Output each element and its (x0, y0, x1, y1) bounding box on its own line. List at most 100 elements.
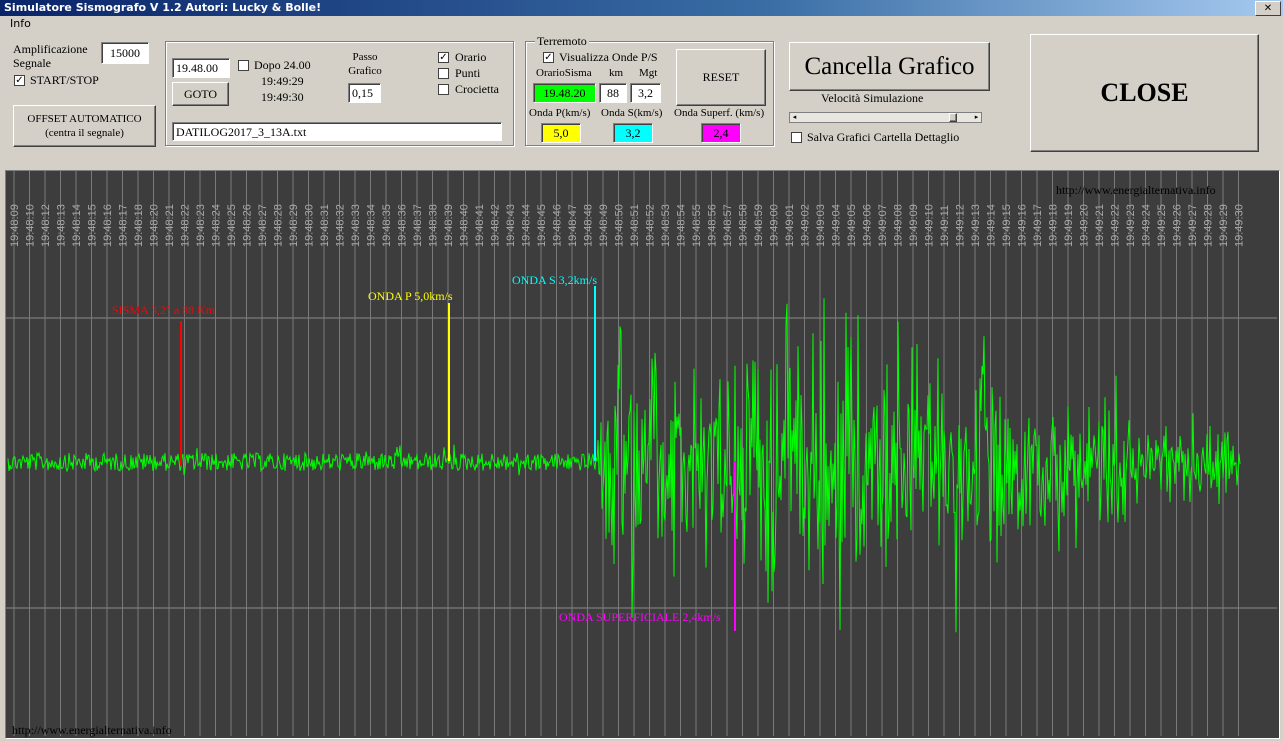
time-axis-label: 19:49:10 (924, 204, 936, 247)
time-axis-label: 19:48:39 (443, 204, 455, 247)
amplification-input[interactable]: 15000 (101, 42, 149, 64)
website-top-label: http://www.energialternativa.info (1056, 183, 1216, 197)
time-axis-label: 19:48:59 (753, 204, 765, 247)
onda-superficiale-label: Onda Superf. (km/s) (674, 107, 765, 119)
velocita-label: Velocità Simulazione (821, 91, 924, 105)
time-axis-label: 19:49:12 (955, 204, 967, 247)
time-axis-label: 19:49:05 (846, 204, 858, 247)
time-axis-label: 19:48:16 (102, 204, 114, 247)
time-axis-label: 19:48:22 (180, 204, 192, 247)
menu-bar: Info (0, 16, 1283, 32)
time-axis-label: 19:49:20 (1079, 204, 1091, 247)
time-axis-label: 19:48:33 (350, 204, 362, 247)
time-axis-label: 19:48:49 (598, 204, 610, 247)
passo-input[interactable]: 0,15 (348, 83, 381, 103)
amplification-label-line2: Segnale (13, 56, 51, 70)
time-end-readout: 19:49:30 (261, 90, 304, 104)
datalog-file-input[interactable]: DATILOG2017_3_13A.txt (172, 122, 502, 141)
offset-auto-sublabel: (centra il segnale) (45, 127, 124, 139)
velocita-slider[interactable]: ◂ ▸ (789, 112, 982, 123)
time-axis-label: 19:48:38 (428, 204, 440, 247)
time-axis-label: 19:49:04 (831, 204, 843, 247)
time-axis-label: 19:48:14 (71, 204, 83, 247)
orario-checkbox[interactable]: ✓ (438, 52, 449, 63)
time-axis-label: 19:48:50 (614, 204, 626, 247)
website-bottom-label: http://www.energialternativa.info (12, 723, 172, 737)
time-axis-label: 19:48:58 (738, 204, 750, 247)
time-axis-label: 19:48:28 (273, 204, 285, 247)
time-axis-label: 19:48:37 (412, 204, 424, 247)
time-axis-label: 19:49:23 (1125, 204, 1137, 247)
cancella-grafico-button[interactable]: Cancella Grafico (789, 42, 990, 91)
orario-sisma-field[interactable]: 19.48.20 (533, 83, 596, 103)
time-axis-label: 19:49:01 (784, 204, 796, 247)
menu-info[interactable]: Info (10, 16, 31, 32)
time-axis-label: 19:49:08 (893, 204, 905, 247)
time-axis-label: 19:49:06 (862, 204, 874, 247)
time-axis-label: 19:49:13 (970, 204, 982, 247)
start-stop-checkbox[interactable]: ✓ (14, 75, 25, 86)
km-field[interactable]: 88 (599, 83, 627, 103)
visualizza-onde-label: Visualizza Onde P/S (559, 50, 658, 64)
time-axis-label: 19:48:52 (645, 204, 657, 247)
reset-button[interactable]: RESET (676, 49, 766, 106)
time-axis-label: 19:48:27 (257, 204, 269, 247)
time-axis-label: 19:48:35 (381, 204, 393, 247)
seismograph-canvas: 19:48:09 19:48:10 19:48:12 19:48:13 19:48:14… (6, 171, 1277, 736)
onda-p-field[interactable]: 5,0 (541, 123, 581, 143)
time-axis-label: 19:49:26 (1172, 204, 1184, 247)
orario-label: Orario (455, 50, 487, 64)
time-axis-label: 19:49:03 (815, 204, 827, 247)
time-axis-label: 19:48:46 (552, 204, 564, 247)
slider-right-arrow-icon[interactable]: ▸ (972, 113, 981, 122)
time-axis-label: 19:48:57 (722, 204, 734, 247)
time-axis-label: 19:48:17 (118, 204, 130, 247)
time-axis-label: 19:48:18 (133, 204, 145, 247)
time-axis-label: 19:49:19 (1063, 204, 1075, 247)
close-button[interactable]: CLOSE (1030, 34, 1259, 152)
time-axis-label: 19:48:48 (583, 204, 595, 247)
onda-p-label: Onda P(km/s) (529, 107, 591, 119)
time-axis-label: 19:48:31 (319, 204, 331, 247)
crocietta-checkbox[interactable] (438, 84, 449, 95)
crocietta-label: Crocietta (455, 82, 499, 96)
salva-grafici-checkbox[interactable] (791, 132, 802, 143)
time-axis-label: 19:49:16 (1017, 204, 1029, 247)
offset-auto-button[interactable]: OFFSET AUTOMATICO (centra il segnale) (13, 105, 156, 147)
terremoto-legend: Terremoto (535, 34, 589, 49)
time-axis-label: 19:49:25 (1156, 204, 1168, 247)
onda-s-field[interactable]: 3,2 (613, 123, 653, 143)
time-axis-label: 19:48:24 (211, 204, 223, 247)
onda-superficiale-field[interactable]: 2,4 (701, 123, 741, 143)
punti-checkbox[interactable] (438, 68, 449, 79)
slider-thumb[interactable] (949, 113, 958, 122)
mgt-field[interactable]: 3,2 (630, 83, 661, 103)
time-axis-label: 19:49:27 (1187, 204, 1199, 247)
dopo-label: Dopo 24.00 (254, 58, 311, 72)
time-axis-label: 19:48:41 (474, 204, 486, 247)
goto-time-input[interactable]: 19.48.00 (172, 58, 230, 78)
time-start-readout: 19:49:29 (261, 74, 304, 88)
visualizza-onde-checkbox[interactable]: ✓ (543, 52, 554, 63)
salva-grafici-label: Salva Grafici Cartella Dettaglio (807, 130, 960, 144)
slider-left-arrow-icon[interactable]: ◂ (790, 113, 799, 122)
amplification-label-line1: Amplificazione (13, 42, 88, 56)
time-axis-label: 19:48:12 (40, 204, 52, 247)
onda-s-label: Onda S(km/s) (601, 107, 663, 119)
time-axis-label: 19:48:09 (9, 204, 21, 247)
time-axis-label: 19:48:13 (56, 204, 68, 247)
dopo-checkbox[interactable] (238, 60, 249, 71)
event-marker-label: ONDA P 5,0km/s (368, 289, 453, 303)
time-axis-label: 19:48:10 (25, 204, 37, 247)
time-axis-label: 19:48:56 (707, 204, 719, 247)
time-axis-label: 19:49:30 (1234, 204, 1246, 247)
event-marker-label: ONDA S 3,2km/s (512, 273, 597, 287)
time-axis-label: 19:49:29 (1218, 204, 1230, 247)
time-axis-label: 19:48:44 (521, 204, 533, 247)
time-axis-label: 19:48:47 (567, 204, 579, 247)
window-close-button[interactable]: ✕ (1255, 1, 1281, 16)
time-axis-label: 19:49:22 (1110, 204, 1122, 247)
orario-sisma-header: OrarioSisma (536, 67, 592, 79)
goto-button[interactable]: GOTO (172, 82, 229, 106)
seismic-trace (7, 298, 1241, 633)
